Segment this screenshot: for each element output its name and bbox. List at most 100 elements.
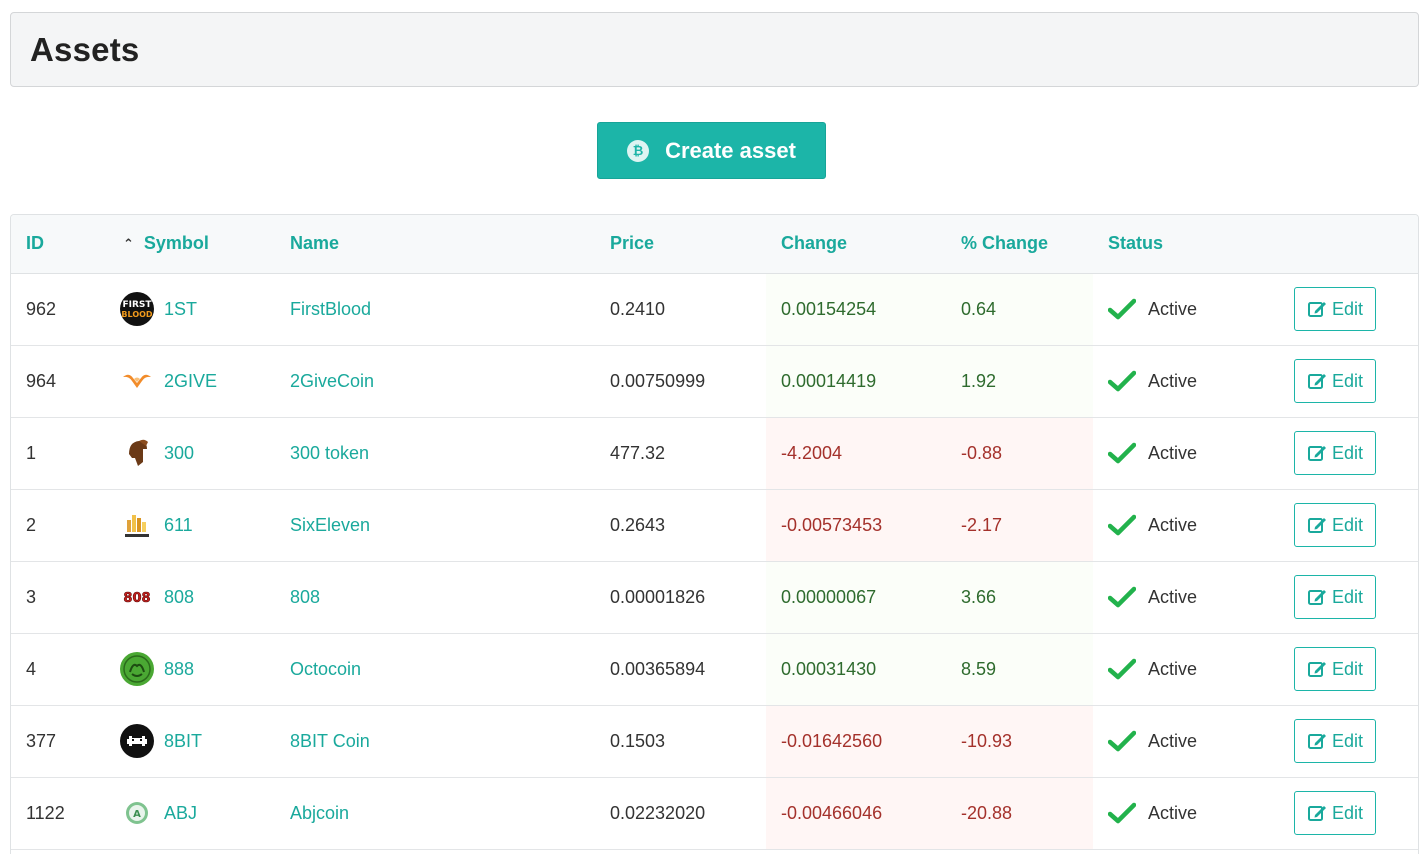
spartan-logo-icon (120, 436, 154, 470)
firstblood-logo-icon: FIRST BLOOD (120, 292, 154, 326)
column-header-pct-change[interactable]: % Change (946, 215, 1093, 274)
asset-id: 964 (26, 370, 57, 391)
cell-pct-change: 1.92 (946, 345, 1093, 418)
asset-change: -0.00573453 (781, 514, 883, 535)
asset-id: 2 (26, 514, 37, 535)
cell-actions: Edit (1279, 633, 1418, 706)
edit-label: Edit (1331, 370, 1364, 391)
check-icon (1108, 802, 1136, 824)
asset-symbol-link[interactable]: 8BIT (164, 731, 202, 752)
cell-change: 0.00154254 (766, 273, 946, 346)
check-icon (1108, 514, 1136, 536)
asset-name-link[interactable]: SixEleven (290, 515, 370, 535)
asset-id: 3 (26, 586, 37, 607)
asset-change: -0.01642560 (781, 730, 883, 751)
svg-text:808: 808 (123, 591, 150, 606)
asset-symbol-link[interactable]: 300 (164, 443, 194, 464)
cell-price: 0.00001826 (595, 561, 766, 634)
asset-name-link[interactable]: 300 token (290, 443, 369, 463)
status-text: Active (1148, 514, 1198, 535)
status-text: Active (1148, 802, 1198, 823)
status-text: Active (1148, 586, 1198, 607)
table-row: 1 300 300 token 477.32 -4.2004 -0.88 Act… (11, 417, 1418, 490)
column-header-actions (1279, 215, 1418, 274)
asset-name-link[interactable]: 2GiveCoin (290, 371, 374, 391)
edit-button[interactable]: Edit (1294, 719, 1376, 763)
edit-label: Edit (1331, 802, 1364, 823)
cell-symbol: 611 (108, 489, 275, 562)
table-row: 962 FIRST BLOOD 1ST FirstBlood 0.2410 0.0… (11, 273, 1418, 346)
page-title: Assets (30, 31, 140, 68)
check-icon (1108, 442, 1136, 464)
cell-actions: Edit (1279, 345, 1418, 418)
edit-label: Edit (1331, 298, 1364, 319)
table-header-row: ID ⌃ Symbol Name Price Change % Change St… (11, 215, 1418, 274)
edit-button[interactable]: Edit (1294, 791, 1376, 835)
edit-button[interactable]: Edit (1294, 359, 1376, 403)
cell-pct-change: -20.88 (946, 777, 1093, 850)
cell-change: 0.00031430 (766, 633, 946, 706)
edit-button[interactable]: Edit (1294, 647, 1376, 691)
column-header-id[interactable]: ID (11, 215, 108, 274)
808-logo-icon: 808 (120, 580, 154, 614)
column-header-change[interactable]: Change (766, 215, 946, 274)
cell-name: Octocoin (275, 633, 595, 706)
asset-name-link[interactable]: FirstBlood (290, 299, 371, 319)
asset-price: 0.02232020 (610, 802, 706, 823)
edit-label: Edit (1331, 658, 1364, 679)
svg-text:A: A (133, 809, 141, 820)
column-header-status[interactable]: Status (1093, 215, 1279, 274)
asset-change: -0.00466046 (781, 802, 883, 823)
asset-change: 0.00000067 (781, 586, 877, 607)
table-row: 3 808 808 808 0.00001826 0.00000067 3.66… (11, 561, 1418, 634)
check-icon (1108, 658, 1136, 680)
cell-symbol: 808 808 (108, 561, 275, 634)
cell-name: 808 (275, 561, 595, 634)
edit-icon (1307, 446, 1326, 461)
cell-symbol: FIRST BLOOD 1ST (108, 273, 275, 346)
asset-name-link[interactable]: Octocoin (290, 659, 361, 679)
asset-pct-change: -20.88 (961, 802, 1013, 823)
asset-symbol-link[interactable]: 808 (164, 587, 194, 608)
asset-name-link[interactable]: 808 (290, 587, 320, 607)
cell-name: SixEleven (275, 489, 595, 562)
asset-pct-change: 8.59 (961, 658, 997, 679)
cell-id: 962 (11, 273, 108, 346)
cell-status: Active (1093, 417, 1279, 490)
asset-symbol-link[interactable]: 888 (164, 659, 194, 680)
column-header-symbol[interactable]: ⌃ Symbol (108, 215, 275, 274)
edit-label: Edit (1331, 514, 1364, 535)
edit-label: Edit (1331, 586, 1364, 607)
cell-actions: Edit (1279, 489, 1418, 562)
cell-name: FirstBlood (275, 273, 595, 346)
assets-table: ID ⌃ Symbol Name Price Change % Change St… (10, 214, 1419, 854)
status-text: Active (1148, 298, 1198, 319)
asset-symbol-link[interactable]: 2GIVE (164, 371, 217, 392)
svg-text:BLOOD: BLOOD (121, 310, 153, 319)
asset-id: 4 (26, 658, 37, 679)
asset-name-link[interactable]: 8BIT Coin (290, 731, 370, 751)
column-header-name[interactable]: Name (275, 215, 595, 274)
edit-button[interactable]: Edit (1294, 575, 1376, 619)
cell-change: -0.00573453 (766, 489, 946, 562)
edit-button[interactable]: Edit (1294, 503, 1376, 547)
asset-symbol-link[interactable]: 1ST (164, 299, 197, 320)
edit-icon (1307, 734, 1326, 749)
asset-symbol-link[interactable]: 611 (164, 515, 193, 536)
column-header-price[interactable]: Price (595, 215, 766, 274)
status-text: Active (1148, 658, 1198, 679)
cell-change: -0.01642560 (766, 705, 946, 778)
create-asset-button[interactable]: ₿ Create asset (597, 122, 826, 179)
asset-id: 1122 (26, 802, 65, 823)
asset-symbol-link[interactable]: ABJ (164, 803, 197, 824)
status-text: Active (1148, 442, 1198, 463)
edit-button[interactable]: Edit (1294, 431, 1376, 475)
asset-price: 0.2410 (610, 298, 666, 319)
edit-button[interactable]: Edit (1294, 287, 1376, 331)
cell-symbol: 2GIVE (108, 345, 275, 418)
asset-name-link[interactable]: Abjcoin (290, 803, 349, 823)
table-row: 4 888 Octocoin 0.00365894 0.00031430 8.5… (11, 633, 1418, 706)
cell-actions: Edit (1279, 561, 1418, 634)
table-row: 1122 A ABJ Abjcoin 0.02232020 -0.0046604… (11, 777, 1418, 850)
cell-price: 0.2643 (595, 489, 766, 562)
